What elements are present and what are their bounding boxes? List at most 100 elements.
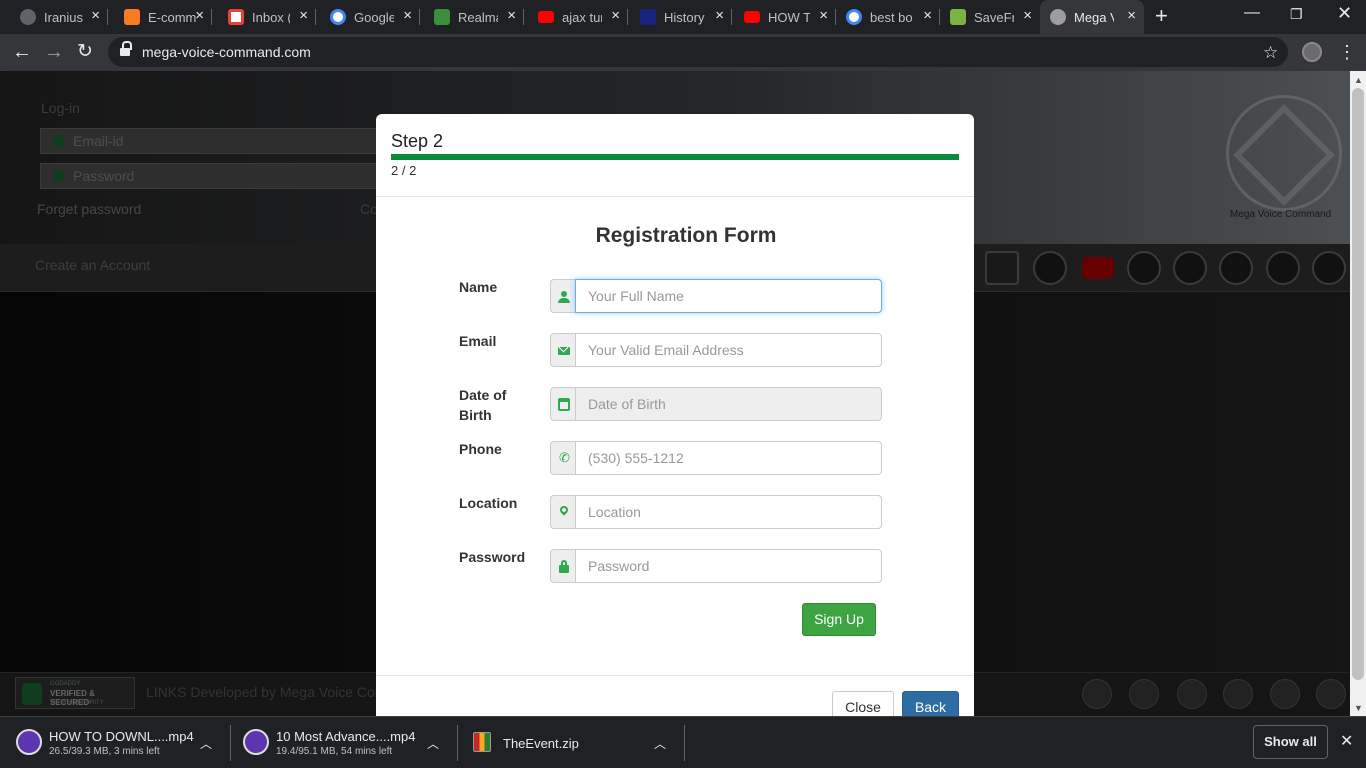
scroll-down-icon[interactable]: ▼ [1354, 703, 1363, 713]
chevron-up-icon[interactable]: ︿ [654, 735, 666, 752]
user-icon [558, 291, 570, 303]
more-menu-icon[interactable]: ⋮ [1338, 42, 1356, 62]
download-shelf: HOW TO DOWNL....mp4 26.5/39.3 MB, 3 mins… [0, 716, 1366, 768]
close-icon[interactable]: × [403, 8, 412, 24]
phone-addon: ✆ [550, 441, 576, 475]
youtube-icon [744, 11, 760, 23]
close-icon[interactable]: × [1127, 8, 1136, 24]
download-item[interactable]: TheEvent.zip ︿ [473, 727, 673, 761]
tab-google[interactable]: Google × [316, 0, 420, 34]
window-close-button[interactable]: ✕ [1337, 3, 1352, 24]
location-input[interactable] [575, 495, 882, 529]
dob-label: Date of Birth [459, 387, 507, 423]
tab-title: Realma [458, 9, 498, 25]
tab-title: Inbox ( [252, 9, 290, 25]
minimize-button[interactable]: — [1244, 4, 1260, 22]
tab-title: ajax tur [562, 9, 602, 25]
step-progress-bar [391, 154, 959, 160]
lock-icon [559, 560, 569, 573]
step-count: 2 / 2 [391, 163, 417, 178]
name-label: Name [459, 279, 498, 295]
address-bar[interactable]: mega-voice-command.com [108, 37, 1288, 67]
tab-how-to[interactable]: HOW T × [732, 0, 836, 34]
download-name: TheEvent.zip [503, 736, 579, 751]
download-item[interactable]: HOW TO DOWNL....mp4 26.5/39.3 MB, 3 mins… [16, 727, 216, 761]
close-icon[interactable]: × [1023, 8, 1032, 24]
scrollbar-thumb[interactable] [1352, 88, 1364, 680]
phone-icon: ✆ [559, 450, 570, 465]
tab-title: E-comm [148, 9, 196, 25]
map-pin-icon [558, 504, 570, 516]
calendar-icon [558, 398, 570, 411]
password-label: Password [459, 549, 526, 565]
dob-addon [550, 387, 576, 421]
close-icon[interactable]: × [507, 8, 516, 24]
download-icon [950, 9, 966, 25]
mp4-icon [243, 729, 269, 755]
tab-ajax-tutorial[interactable]: ajax tur × [524, 0, 628, 34]
urics-icon [640, 9, 656, 25]
tab-ecommerce[interactable]: E-comm × [108, 0, 212, 34]
tab-mega-voice[interactable]: Mega V × [1040, 0, 1144, 34]
close-icon[interactable]: × [195, 8, 204, 24]
avatar[interactable] [1302, 42, 1322, 62]
name-addon [550, 279, 576, 313]
registration-modal: Step 2 2 / 2 Registration Form Name Emai… [376, 114, 974, 724]
tab-title: best bo [870, 9, 912, 25]
forward-arrow-icon[interactable]: → [44, 40, 64, 64]
scroll-up-icon[interactable]: ▲ [1354, 75, 1363, 85]
email-addon [550, 333, 576, 367]
lock-icon [120, 41, 132, 57]
download-status: 19.4/95.1 MB, 54 mins left [276, 746, 393, 757]
mega-voice-icon [1050, 9, 1066, 25]
gmail-icon [228, 9, 244, 25]
close-icon[interactable]: × [715, 8, 724, 24]
mp4-icon [16, 729, 42, 755]
tab-title: SaveFro [974, 9, 1014, 25]
show-all-button[interactable]: Show all [1253, 725, 1328, 759]
step-title: Step 2 [391, 131, 444, 151]
sign-up-button[interactable]: Sign Up [802, 603, 876, 636]
download-item[interactable]: 10 Most Advance....mp4 19.4/95.1 MB, 54 … [243, 727, 443, 761]
close-icon[interactable]: × [819, 8, 828, 24]
email-label: Email [459, 333, 497, 349]
url-text: mega-voice-command.com [142, 44, 311, 60]
bookmark-star-icon[interactable]: ☆ [1263, 43, 1278, 63]
close-icon[interactable]: × [299, 8, 308, 24]
google-icon [330, 9, 346, 25]
tab-savefrom[interactable]: SaveFro × [940, 0, 1040, 34]
envelope-icon [558, 347, 570, 355]
phone-input[interactable] [575, 441, 882, 475]
close-icon[interactable]: ✕ [1340, 731, 1353, 751]
tab-history[interactable]: History × [628, 0, 732, 34]
maximize-button[interactable]: ❐ [1290, 6, 1303, 23]
tab-best-books[interactable]: best bo × [836, 0, 940, 34]
close-icon[interactable]: × [611, 8, 620, 24]
back-arrow-icon[interactable]: ← [12, 40, 32, 64]
modal-header: Step 2 2 / 2 [376, 114, 974, 197]
chevron-up-icon[interactable]: ︿ [427, 735, 439, 752]
password-input[interactable] [575, 549, 882, 583]
email-input[interactable] [575, 333, 882, 367]
google-icon [846, 9, 862, 25]
tab-title: History [664, 9, 705, 25]
tab-title: HOW T [768, 9, 810, 25]
phone-field: ✆ [550, 441, 882, 475]
xampp-icon [124, 9, 140, 25]
tab-title: Mega V [1074, 9, 1114, 25]
new-tab-button[interactable]: + [1155, 5, 1168, 27]
tab-realme[interactable]: Realma × [420, 0, 524, 34]
globe-icon [20, 9, 36, 25]
close-icon[interactable]: × [91, 8, 100, 24]
download-name: HOW TO DOWNL....mp4 [49, 729, 194, 744]
close-icon[interactable]: × [923, 8, 932, 24]
dob-input[interactable] [575, 387, 882, 421]
chevron-up-icon[interactable]: ︿ [200, 735, 212, 752]
youtube-icon [538, 11, 554, 23]
download-status: 26.5/39.3 MB, 3 mins left [49, 746, 160, 757]
tab-inbox[interactable]: Inbox ( × [212, 0, 316, 34]
password-field [550, 549, 882, 583]
reload-icon[interactable]: ↻ [77, 40, 93, 64]
tab-iranius[interactable]: Iranius × [0, 0, 108, 34]
name-input[interactable] [575, 279, 882, 313]
